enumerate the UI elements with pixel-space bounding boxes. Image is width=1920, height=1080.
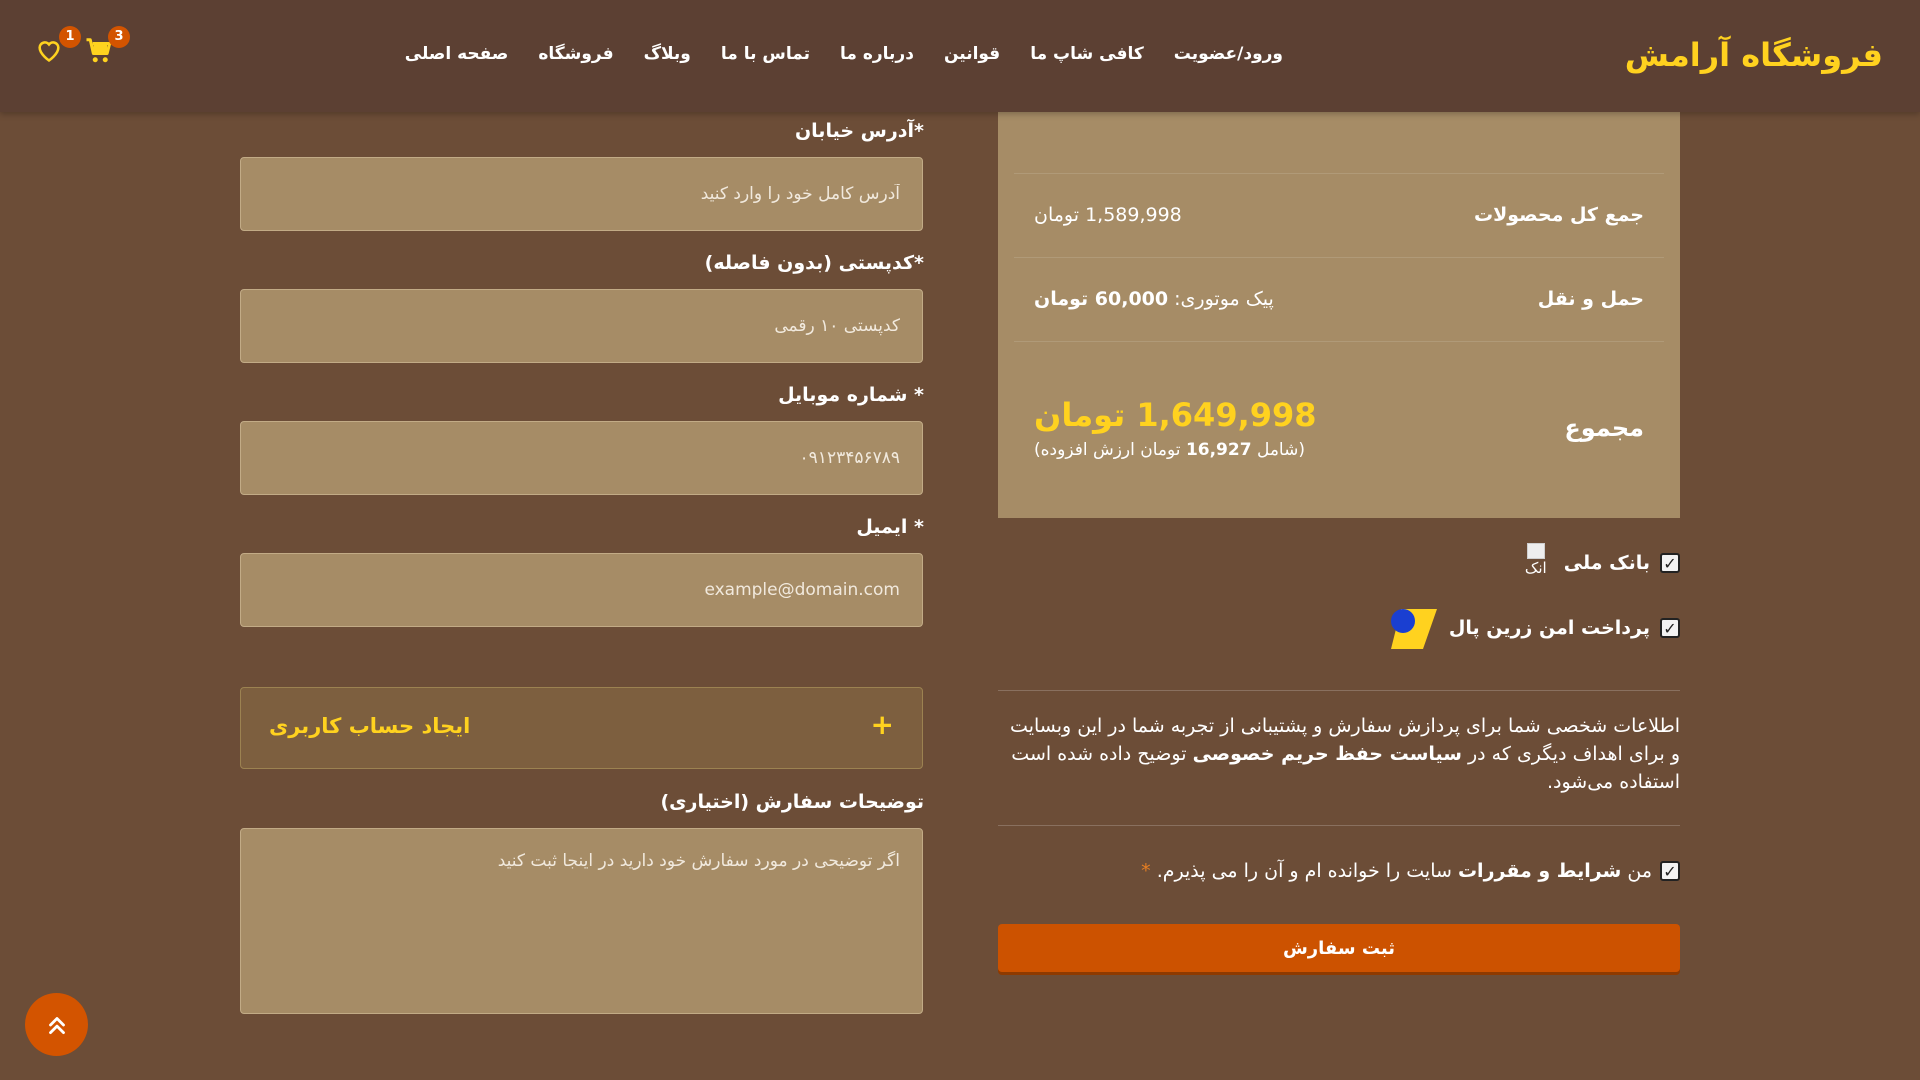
tax-value: 16,927 bbox=[1185, 440, 1252, 460]
create-account-label: ایجاد حساب کاربری bbox=[269, 714, 471, 738]
nav-home[interactable]: صفحه اصلی bbox=[405, 44, 509, 64]
order-summary: جمع کل محصولات 1,589,998 تومان حمل و نقل… bbox=[998, 112, 1680, 518]
terms-suffix: سایت را خوانده ام و آن را می پذیرم. bbox=[1156, 860, 1458, 882]
cart-count-badge: 3 bbox=[108, 26, 130, 48]
payment-checkbox[interactable]: ✓ bbox=[1660, 553, 1680, 573]
terms-prefix: من bbox=[1621, 860, 1652, 882]
terms-text: من شرایط و مقررات سایت را خوانده ام و آن… bbox=[1141, 860, 1652, 882]
nav-login-register[interactable]: ورود/عضویت bbox=[1174, 44, 1283, 64]
payment-option-melli[interactable]: ✓ بانک ملی انک bbox=[1518, 543, 1680, 583]
site-header: فروشگاه آرامش صفحه اصلی فروشگاه وبلاگ تم… bbox=[0, 0, 1920, 112]
nav-about[interactable]: درباره ما bbox=[840, 44, 914, 64]
nav-contact[interactable]: تماس با ما bbox=[721, 44, 810, 64]
bank-logo-broken-image: انک bbox=[1518, 543, 1554, 583]
divider bbox=[998, 690, 1680, 691]
bank-logo-alt-text: انک bbox=[1524, 559, 1547, 577]
divider bbox=[1014, 257, 1664, 258]
nav-rules[interactable]: قوانین bbox=[944, 44, 1000, 64]
tax-close: تومان ارزش افزوده) bbox=[1034, 440, 1186, 460]
total-label: مجموع bbox=[1564, 414, 1644, 442]
terms-agreement[interactable]: ✓ من شرایط و مقررات سایت را خوانده ام و … bbox=[1141, 860, 1680, 882]
terms-link[interactable]: شرایط و مقررات bbox=[1458, 860, 1621, 882]
address-input[interactable] bbox=[240, 157, 923, 231]
shipping-label: حمل و نقل bbox=[1537, 288, 1644, 310]
wishlist-count-badge: 1 bbox=[59, 26, 81, 48]
postcode-label: *کدپستی (بدون فاصله) bbox=[704, 252, 924, 274]
total-value: 1,649,998 تومان bbox=[1034, 396, 1317, 434]
shipping-method: پیک موتوری: bbox=[1168, 288, 1274, 310]
email-label: * ایمیل bbox=[856, 516, 924, 538]
payment-label: پرداخت امن زرین پال bbox=[1448, 617, 1650, 639]
subtotal-label: جمع کل محصولات bbox=[1474, 204, 1644, 226]
privacy-notice: اطلاعات شخصی شما برای پردازش سفارش و پشت… bbox=[998, 712, 1680, 796]
terms-checkbox[interactable]: ✓ bbox=[1660, 861, 1680, 881]
create-account-toggle[interactable]: ایجاد حساب کاربری + bbox=[240, 687, 923, 769]
payment-label: بانک ملی bbox=[1563, 552, 1650, 574]
double-chevron-up-icon bbox=[48, 1016, 65, 1034]
order-notes-textarea[interactable] bbox=[240, 828, 923, 1014]
divider bbox=[1014, 341, 1664, 342]
main-nav: صفحه اصلی فروشگاه وبلاگ تماس با ما دربار… bbox=[405, 44, 1283, 64]
zarinpal-logo-icon bbox=[1390, 609, 1437, 649]
address-label: *آدرس خیابان bbox=[794, 120, 924, 142]
subtotal-value: 1,589,998 تومان bbox=[1034, 204, 1182, 226]
nav-blog[interactable]: وبلاگ bbox=[644, 44, 691, 64]
site-logo[interactable]: فروشگاه آرامش bbox=[1625, 36, 1883, 74]
payment-checkbox[interactable]: ✓ bbox=[1660, 618, 1680, 638]
shipping-value: پیک موتوری: 60,000 تومان bbox=[1034, 288, 1274, 310]
mobile-input[interactable] bbox=[240, 421, 923, 495]
nav-coffee-shop[interactable]: کافی شاپ ما bbox=[1030, 44, 1144, 64]
required-asterisk: * bbox=[1141, 860, 1151, 882]
scroll-to-top-button[interactable] bbox=[25, 993, 88, 1056]
cart-button[interactable]: 3 bbox=[84, 26, 130, 68]
wishlist-button[interactable]: 1 bbox=[35, 26, 81, 68]
postcode-input[interactable] bbox=[240, 289, 923, 363]
tax-note: (شامل 16,927 تومان ارزش افزوده) bbox=[1034, 440, 1305, 460]
order-notes-label: توضیحات سفارش (اختیاری) bbox=[660, 791, 924, 813]
nav-shop[interactable]: فروشگاه bbox=[538, 44, 613, 64]
email-input[interactable] bbox=[240, 553, 923, 627]
payment-option-zarinpal[interactable]: ✓ پرداخت امن زرین پال bbox=[1387, 605, 1680, 651]
shipping-cost: 60,000 تومان bbox=[1034, 288, 1169, 310]
place-order-button[interactable]: ثبت سفارش bbox=[998, 924, 1680, 972]
divider bbox=[1014, 173, 1664, 174]
divider bbox=[998, 825, 1680, 826]
privacy-policy-link[interactable]: سیاست حفظ حریم خصوصی bbox=[1193, 743, 1462, 765]
tax-open: (شامل bbox=[1251, 440, 1305, 460]
mobile-label: * شماره موبایل bbox=[778, 384, 924, 406]
plus-icon: + bbox=[870, 708, 894, 741]
